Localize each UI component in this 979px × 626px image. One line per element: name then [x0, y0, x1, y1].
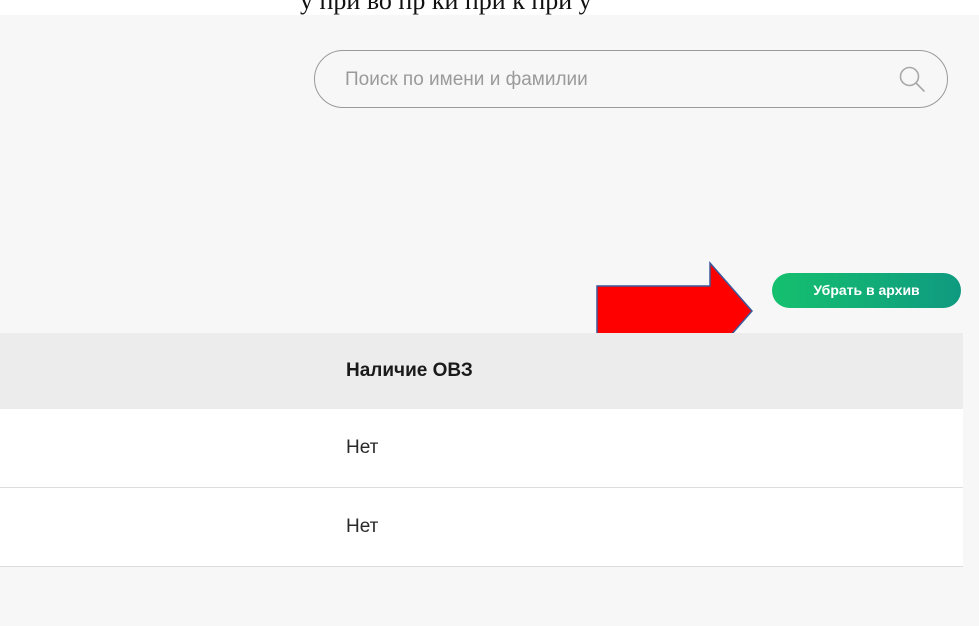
cell-ovz: Нет [346, 516, 379, 537]
archive-button[interactable]: Убрать в архив [772, 273, 961, 308]
column-header-ovz: Наличие ОВЗ [346, 360, 473, 381]
search-box[interactable] [314, 50, 948, 108]
cell-ovz: Нет [346, 437, 379, 458]
table-row[interactable]: Нет [0, 409, 963, 488]
students-table: Наличие ОВЗ Нет Нет [0, 333, 963, 568]
document-text-strip: у при во пр ки при к при у [0, 0, 979, 15]
table-row[interactable]: Нет [0, 488, 963, 567]
document-cut-text: у при во пр ки при к при у [300, 0, 592, 15]
app-content: Убрать в архив Наличие ОВЗ Нет Нет [0, 15, 979, 626]
search-icon[interactable] [897, 64, 927, 94]
table-header: Наличие ОВЗ [0, 333, 963, 409]
search-input[interactable] [343, 63, 867, 97]
